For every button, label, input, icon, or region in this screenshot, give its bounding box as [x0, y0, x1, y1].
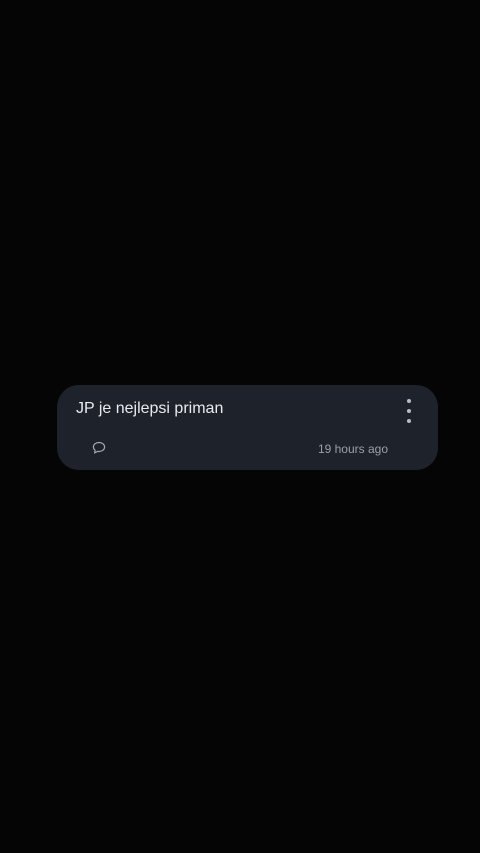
- more-options-button[interactable]: [402, 399, 416, 423]
- notification-card[interactable]: JP je nejlepsi priman 19 hours ago: [57, 385, 438, 470]
- screen: JP je nejlepsi priman 19 hours ago: [0, 0, 480, 853]
- message-text: JP je nejlepsi priman: [76, 400, 224, 417]
- comment-icon[interactable]: [91, 440, 107, 456]
- more-vertical-icon: [407, 399, 411, 403]
- timestamp: 19 hours ago: [317, 442, 388, 456]
